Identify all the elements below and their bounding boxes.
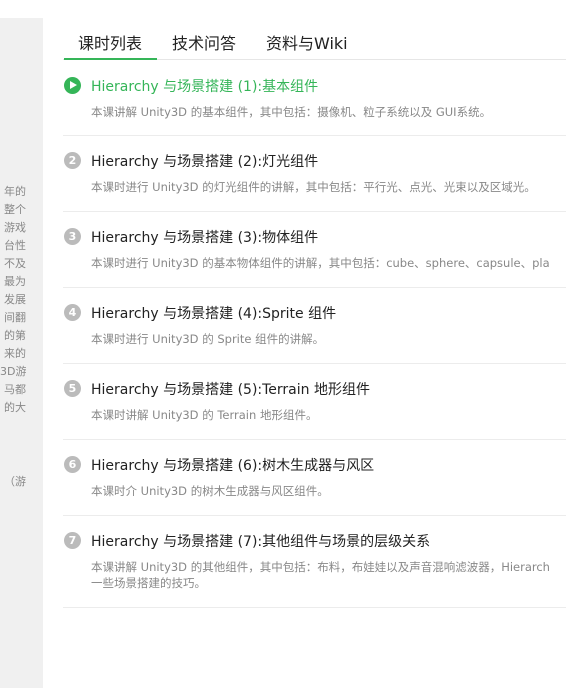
sidebar-top [0,0,43,18]
lesson-description: 本课时介 Unity3D 的树木生成器与风区组件。 [91,484,329,498]
lesson-description: 本课时进行 Unity3D 的 Sprite 组件的讲解。 [91,332,325,346]
play-icon [64,77,81,94]
intro-line: 整个 [4,203,26,216]
lesson-title[interactable]: Hierarchy 与场景搭建 (6):树木生成器与风区 [91,455,374,475]
lesson-description: 本课讲解 Unity3D 的基本组件，其中包括：摄像机、粒子系统以及 GUI系统… [91,105,492,119]
lesson-title[interactable]: Hierarchy 与场景搭建 (5):Terrain 地形组件 [91,379,370,399]
tab-bar: 课时列表 技术问答 资料与Wiki [63,18,566,60]
intro-line: 的大 [4,401,26,414]
lesson-description: 本课时进行 Unity3D 的灯光组件的讲解，其中包括：平行光、点光、光束以及区… [91,180,536,194]
lesson-title[interactable]: Hierarchy 与场景搭建 (4):Sprite 组件 [91,303,336,323]
lesson-title[interactable]: Hierarchy 与场景搭建 (2):灯光组件 [91,151,318,171]
lesson-description: 本课时进行 Unity3D 的基本物体组件的讲解，其中包括：cube、spher… [91,256,550,270]
tab-lesson-list[interactable]: 课时列表 [78,30,142,54]
course-intro-text: 年的 整个 游戏 台性 不及 最为 发展 间翻 的第 来的 3D游 马都 的大 [0,183,26,417]
lesson-item[interactable]: 7 Hierarchy 与场景搭建 (7):其他组件与场景的层级关系 本课讲解 … [63,516,566,608]
intro-line: 马都 [4,383,26,396]
intro-line: 3D游 [0,365,26,378]
intro-tail: （游 [4,475,26,488]
lesson-item[interactable]: 2 Hierarchy 与场景搭建 (2):灯光组件 本课时进行 Unity3D… [63,136,566,212]
lesson-item[interactable]: Hierarchy 与场景搭建 (1):基本组件 本课讲解 Unity3D 的基… [63,60,566,136]
lesson-item[interactable]: 6 Hierarchy 与场景搭建 (6):树木生成器与风区 本课时介 Unit… [63,440,566,516]
intro-line: 最为 [4,275,26,288]
lesson-title[interactable]: Hierarchy 与场景搭建 (1):基本组件 [91,76,318,96]
lesson-description-continued: 一些场景搭建的技巧。 [91,576,206,590]
lesson-number-badge: 2 [64,152,81,169]
lesson-item[interactable]: 3 Hierarchy 与场景搭建 (3):物体组件 本课时进行 Unity3D… [63,212,566,288]
lesson-number-badge: 3 [64,228,81,245]
lesson-number-badge: 7 [64,532,81,549]
intro-line: 间翻 [4,311,26,324]
lesson-description: 本课时讲解 Unity3D 的 Terrain 地形组件。 [91,408,318,422]
left-sidebar: 年的 整个 游戏 台性 不及 最为 发展 间翻 的第 来的 3D游 马都 的大 … [0,0,43,688]
intro-line: 不及 [4,257,26,270]
intro-line: 发展 [4,293,26,306]
lesson-number-badge: 5 [64,380,81,397]
intro-line: 来的 [4,347,26,360]
lesson-title[interactable]: Hierarchy 与场景搭建 (7):其他组件与场景的层级关系 [91,531,430,551]
intro-line: 的第 [4,329,26,342]
lesson-number-badge: 4 [64,304,81,321]
tab-tech-qa[interactable]: 技术问答 [172,30,236,54]
lesson-item[interactable]: 4 Hierarchy 与场景搭建 (4):Sprite 组件 本课时进行 Un… [63,288,566,364]
tab-resources-wiki[interactable]: 资料与Wiki [266,30,348,54]
lesson-item[interactable]: 5 Hierarchy 与场景搭建 (5):Terrain 地形组件 本课时讲解… [63,364,566,440]
intro-line: 年的 [4,185,26,198]
lesson-number-badge: 6 [64,456,81,473]
intro-line: 游戏 [4,221,26,234]
lesson-panel: 课时列表 技术问答 资料与Wiki Hierarchy 与场景搭建 (1):基本… [63,18,566,608]
lesson-title[interactable]: Hierarchy 与场景搭建 (3):物体组件 [91,227,318,247]
intro-line: 台性 [4,239,26,252]
